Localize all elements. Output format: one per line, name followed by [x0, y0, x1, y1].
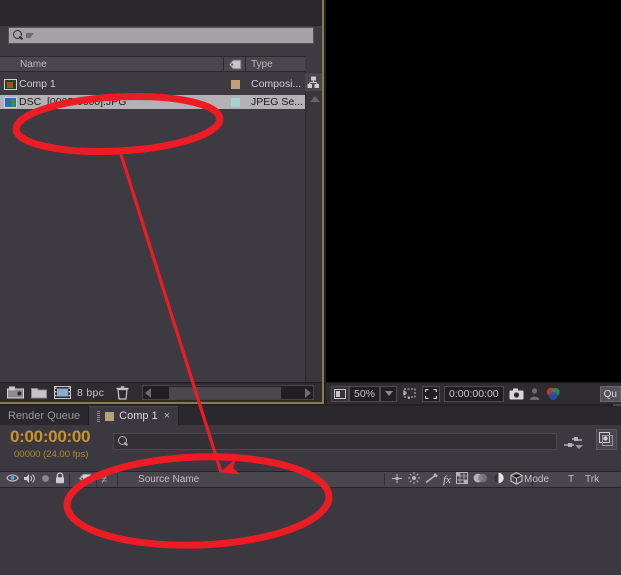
trash-icon[interactable]	[116, 385, 129, 400]
column-header-type[interactable]: Type	[246, 57, 305, 71]
grid-and-guide-options-icon[interactable]	[422, 385, 441, 402]
project-column-headers: Name Type	[0, 56, 305, 72]
solo-dot-icon[interactable]	[41, 474, 50, 486]
project-flowchart-icon[interactable]	[305, 73, 322, 91]
tab-render-queue[interactable]: Render Queue	[0, 406, 89, 425]
viewer-timecode[interactable]: 0:00:00:00	[444, 385, 504, 402]
show-snapshot-icon[interactable]	[529, 386, 540, 402]
timeline-header: 0:00:00:00 00000 (24.00 fps)	[0, 425, 621, 472]
search-icon	[117, 435, 130, 448]
project-item-row-selected[interactable]: DSC_[0005-0600].JPG JPEG Se...	[0, 95, 305, 109]
timeline-panel: Render Queue Comp 1 × 0:00:00:00 00000 (…	[0, 406, 621, 575]
quality-label: Qu	[603, 388, 617, 400]
project-item-label-swatch[interactable]	[224, 97, 246, 107]
speaker-icon[interactable]	[23, 473, 36, 487]
scroll-right-arrow-icon[interactable]	[305, 387, 311, 398]
chevron-down-icon[interactable]	[26, 33, 34, 38]
project-settings-icon[interactable]	[54, 386, 71, 399]
timeline-search-field[interactable]	[113, 433, 557, 450]
project-vertical-scrollbar[interactable]	[305, 72, 621, 428]
shy-icon[interactable]	[391, 473, 403, 487]
lock-icon[interactable]	[55, 472, 65, 487]
label-tag-icon	[227, 59, 241, 69]
project-item-label-swatch[interactable]	[224, 79, 246, 89]
chevron-down-icon	[384, 391, 393, 396]
scroll-left-arrow-icon[interactable]	[145, 387, 151, 398]
divider	[384, 473, 385, 486]
layer-number-icon[interactable]: ≠	[101, 474, 107, 486]
project-item-name: Comp 1	[19, 78, 56, 90]
column-header-t[interactable]: T	[568, 474, 574, 485]
project-panel: Name Type Comp 1 Composi... DSC_[0005-06…	[0, 0, 621, 428]
tab-grip-icon[interactable]	[97, 410, 101, 422]
composition-color-swatch	[105, 411, 115, 421]
tab-comp-1[interactable]: Comp 1 ×	[88, 406, 180, 425]
timeline-column-headers: ≠ Source Name fx Mode T Trk	[0, 471, 621, 488]
layer-switches-header: fx	[384, 471, 538, 488]
project-item-row[interactable]: Comp 1 Composi...	[0, 77, 305, 91]
tab-label: Render Queue	[8, 409, 81, 422]
viewer-timecode-label: 0:00:00:00	[449, 387, 499, 400]
bit-depth-label[interactable]: 8 bpc	[77, 387, 104, 399]
timeline-search-input[interactable]	[133, 436, 556, 447]
divider	[69, 472, 70, 487]
enable-motion-blur-icon[interactable]	[596, 429, 617, 450]
composition-canvas[interactable]	[326, 0, 621, 382]
project-search-input[interactable]	[37, 30, 313, 41]
tab-label: Comp 1	[119, 410, 158, 422]
frame-blending-icon[interactable]	[455, 472, 468, 487]
timeline-current-time[interactable]: 0:00:00:00	[10, 427, 90, 447]
composition-viewer-panel: 50% 0:00:00:00 Qu	[326, 0, 621, 404]
region-of-interest-icon[interactable]	[402, 386, 417, 402]
always-preview-this-view-icon[interactable]	[331, 385, 349, 402]
column-header-name[interactable]: Name	[0, 57, 224, 71]
project-item-type: JPEG Se...	[251, 96, 303, 108]
after-effects-window: Name Type Comp 1 Composi... DSC_[0005-06…	[0, 0, 621, 575]
project-panel-toolbar: 8 bpc	[0, 382, 322, 402]
quality-icon[interactable]	[425, 472, 438, 487]
column-header-mode[interactable]: Mode	[524, 474, 549, 485]
project-item-type: Composi...	[251, 78, 302, 90]
eye-icon[interactable]	[6, 473, 19, 486]
column-header-label[interactable]	[224, 57, 246, 71]
timeline-tab-bar: Render Queue Comp 1 ×	[0, 406, 621, 425]
magnification-dropdown[interactable]	[380, 385, 398, 402]
divider	[96, 472, 97, 487]
effects-fx-icon: fx	[443, 473, 451, 486]
scroll-up-arrow-icon[interactable]	[310, 96, 320, 102]
column-header-source-name[interactable]: Source Name	[138, 474, 199, 485]
jpeg-sequence-icon	[0, 96, 19, 108]
graph-editor-icon[interactable]	[562, 432, 584, 451]
divider	[117, 472, 119, 487]
quality-dropdown[interactable]: Qu	[599, 386, 621, 402]
column-header-type-label: Type	[251, 58, 273, 70]
label-tag-icon[interactable]	[78, 473, 92, 487]
column-header-name-label: Name	[20, 58, 47, 70]
take-snapshot-icon[interactable]	[509, 386, 524, 402]
magnification-label: 50%	[354, 387, 376, 400]
project-search-field[interactable]	[8, 27, 314, 44]
chevron-down-icon	[575, 445, 583, 449]
flowchart-icon	[307, 76, 319, 88]
project-panel-titlebar	[0, 0, 322, 26]
3d-layer-icon[interactable]	[510, 471, 523, 488]
motion-blur-icon[interactable]	[473, 472, 487, 487]
new-folder-icon[interactable]	[31, 386, 47, 399]
collapse-transformations-icon[interactable]	[408, 472, 420, 487]
project-horizontal-scrollbar[interactable]	[142, 385, 314, 400]
column-header-trk-matte[interactable]: Trk	[585, 474, 599, 485]
show-channel-icon[interactable]	[545, 386, 562, 402]
search-icon	[12, 29, 25, 42]
timeline-layer-area[interactable]	[0, 488, 621, 575]
viewer-toolbar: 50% 0:00:00:00 Qu	[326, 382, 621, 404]
adjustment-layer-icon[interactable]	[492, 472, 505, 487]
timeline-frame-info: 00000 (24.00 fps)	[14, 449, 89, 460]
composition-icon	[0, 78, 19, 90]
magnification-value[interactable]: 50%	[349, 385, 381, 402]
scrollbar-thumb[interactable]	[169, 387, 281, 399]
new-composition-icon[interactable]	[7, 386, 24, 399]
close-icon[interactable]: ×	[164, 410, 170, 422]
project-item-name: DSC_[0005-0600].JPG	[19, 96, 127, 108]
